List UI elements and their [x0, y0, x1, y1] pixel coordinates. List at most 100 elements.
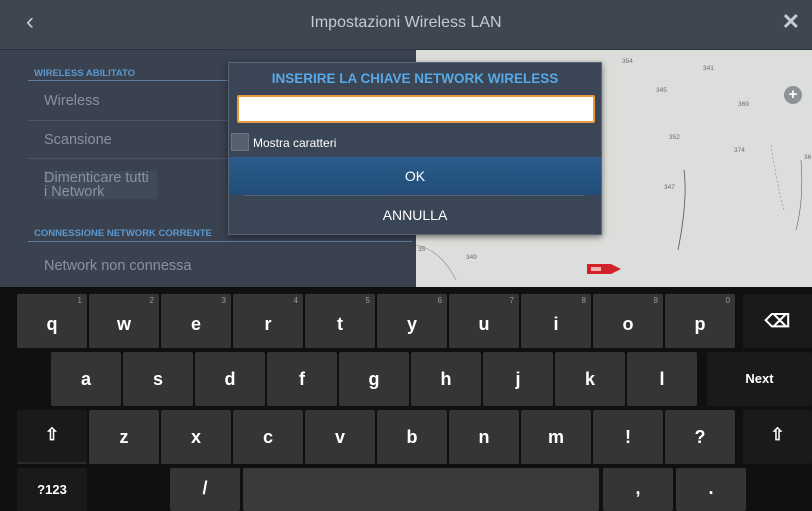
key-slash[interactable]: /	[170, 468, 240, 511]
key-label: p	[694, 314, 706, 334]
key-label: !	[625, 427, 631, 447]
key-s[interactable]: s	[123, 352, 193, 406]
depth-label: 354	[622, 58, 633, 65]
key-exclamation[interactable]: !	[593, 410, 663, 464]
key-o[interactable]: 9o	[593, 294, 663, 348]
symbols-key[interactable]: ?123	[17, 468, 87, 511]
key-label: .	[708, 478, 714, 498]
key-y[interactable]: 6y	[377, 294, 447, 348]
wireless-toggle-label[interactable]: Wireless	[44, 93, 100, 109]
key-label: n	[478, 427, 490, 447]
next-key[interactable]: Next	[707, 352, 812, 406]
key-p[interactable]: 0p	[665, 294, 735, 348]
key-label: i	[553, 314, 559, 334]
key-e[interactable]: 3e	[161, 294, 231, 348]
divider	[28, 158, 228, 159]
divider	[245, 195, 585, 196]
key-label: s	[152, 369, 163, 389]
depth-label: 341	[703, 65, 714, 72]
page-title: Impostazioni Wireless LAN	[310, 14, 502, 31]
key-q[interactable]: 1q	[17, 294, 87, 348]
forget-line-1: Dimenticare tutti	[44, 170, 149, 186]
key-label: o	[622, 314, 634, 334]
key-label: ?	[694, 427, 706, 447]
scan-button[interactable]: Scansione	[44, 132, 112, 148]
key-question[interactable]: ?	[665, 410, 735, 464]
key-label: b	[406, 427, 418, 447]
vessel-icon	[587, 264, 621, 274]
key-label: ?123	[37, 482, 67, 497]
key-label: x	[190, 427, 201, 447]
show-characters-option[interactable]: Mostra caratteri	[231, 133, 431, 153]
key-g[interactable]: g	[339, 352, 409, 406]
title-bar: ‹ Impostazioni Wireless LAN ✕	[0, 0, 812, 50]
key-label: d	[224, 369, 236, 389]
key-hint: 8	[581, 296, 586, 305]
key-period[interactable]: .	[676, 468, 746, 511]
key-t[interactable]: 5t	[305, 294, 375, 348]
key-hint: 7	[509, 296, 514, 305]
shift-key-right[interactable]: ⇧	[743, 410, 812, 464]
cancel-button[interactable]: ANNULLA	[229, 197, 601, 234]
dialog-title: INSERIRE LA CHIAVE NETWORK WIRELESS	[271, 71, 559, 86]
key-label: /	[202, 478, 208, 498]
divider	[28, 241, 412, 242]
key-n[interactable]: n	[449, 410, 519, 464]
ok-button[interactable]: OK	[229, 157, 601, 195]
space-key[interactable]	[243, 468, 599, 511]
key-u[interactable]: 7u	[449, 294, 519, 348]
show-characters-label: Mostra caratteri	[253, 136, 337, 150]
key-h[interactable]: h	[411, 352, 481, 406]
key-hint: 3	[221, 296, 226, 305]
zoom-in-button[interactable]: +	[784, 86, 802, 104]
shift-icon: ⇧	[44, 425, 60, 444]
key-d[interactable]: d	[195, 352, 265, 406]
depth-label: 374	[734, 147, 745, 154]
key-v[interactable]: v	[305, 410, 375, 464]
shift-icon: ⇧	[770, 425, 785, 444]
section-header-wireless: WIRELESS ABILITATO	[34, 68, 135, 79]
key-label: v	[334, 427, 345, 447]
key-label: g	[368, 369, 380, 389]
key-hint: 6	[437, 296, 442, 305]
key-f[interactable]: f	[267, 352, 337, 406]
key-label: j	[515, 369, 521, 389]
key-hint: 2	[149, 296, 154, 305]
key-w[interactable]: 2w	[89, 294, 159, 348]
key-hint: 0	[725, 296, 730, 305]
show-characters-checkbox[interactable]	[231, 133, 249, 151]
key-l[interactable]: l	[627, 352, 697, 406]
key-label: w	[116, 314, 131, 334]
key-x[interactable]: x	[161, 410, 231, 464]
key-a[interactable]: a	[51, 352, 121, 406]
network-key-input[interactable]	[237, 95, 595, 123]
backspace-key[interactable]: ⌫	[743, 294, 812, 348]
forget-networks-button[interactable]: Dimenticare tutti i Network	[44, 171, 157, 199]
key-j[interactable]: j	[483, 352, 553, 406]
key-hint: 5	[365, 296, 370, 305]
key-label: y	[406, 314, 417, 334]
divider	[28, 80, 228, 81]
key-i[interactable]: 8i	[521, 294, 591, 348]
wireless-key-dialog: INSERIRE LA CHIAVE NETWORK WIRELESS Most…	[228, 62, 602, 235]
key-label: Next	[745, 371, 774, 386]
depth-label: 369	[738, 101, 749, 108]
key-r[interactable]: 4r	[233, 294, 303, 348]
shift-key-left[interactable]: ⇧	[17, 410, 87, 464]
depth-label: 349	[466, 254, 477, 261]
key-z[interactable]: z	[89, 410, 159, 464]
close-icon[interactable]: ✕	[782, 10, 800, 34]
key-comma[interactable]: ,	[603, 468, 673, 511]
key-b[interactable]: b	[377, 410, 447, 464]
network-status: Network non connessa	[44, 258, 192, 274]
key-k[interactable]: k	[555, 352, 625, 406]
key-label: k	[584, 369, 595, 389]
key-label: f	[299, 369, 305, 389]
key-m[interactable]: m	[521, 410, 591, 464]
depth-label: 352	[669, 134, 680, 141]
key-c[interactable]: c	[233, 410, 303, 464]
forget-line-2: i Network	[44, 184, 105, 200]
key-label: e	[190, 314, 201, 334]
key-label: m	[547, 427, 564, 447]
depth-label: 347	[664, 184, 675, 191]
